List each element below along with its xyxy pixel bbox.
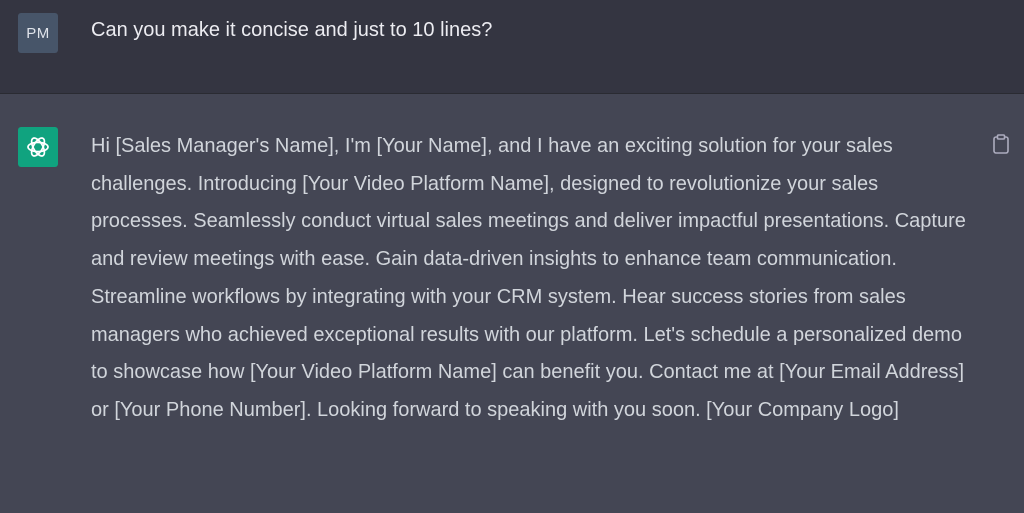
clipboard-icon <box>993 134 1009 154</box>
assistant-message-row: Hi [Sales Manager's Name], I'm [Your Nam… <box>0 94 1024 513</box>
user-message-row: PM Can you make it concise and just to 1… <box>0 0 1024 94</box>
openai-logo-icon <box>27 137 49 157</box>
assistant-avatar <box>18 127 58 167</box>
user-avatar: PM <box>18 13 58 53</box>
user-message-text: Can you make it concise and just to 10 l… <box>91 19 493 41</box>
copy-button[interactable] <box>990 132 1012 156</box>
assistant-message-text: Hi [Sales Manager's Name], I'm [Your Nam… <box>91 135 966 421</box>
